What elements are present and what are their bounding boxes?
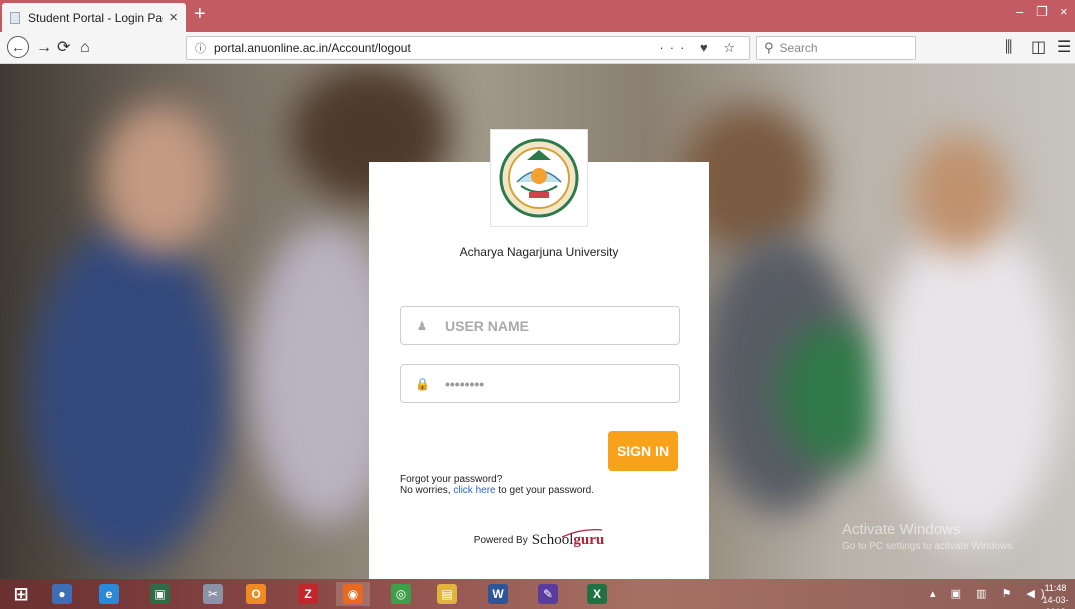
firefox-icon: ◉ — [343, 584, 363, 604]
taskbar-word-button[interactable]: W — [481, 582, 515, 606]
username-field[interactable]: ♟ — [400, 306, 680, 345]
background-photo-blur — [780, 324, 890, 464]
click-here-link[interactable]: click here — [453, 485, 495, 496]
university-logo — [490, 129, 588, 227]
taskbar-filezilla-button[interactable]: Z — [291, 582, 325, 606]
home-button[interactable]: ⌂ — [80, 38, 90, 58]
user-icon: ♟ — [416, 318, 428, 333]
browser-tab-bar: Student Portal - Login Page × + – ❐ × — [0, 0, 1075, 32]
powered-by: Powered By Schoolguru — [369, 529, 709, 549]
clock-time: 11:48 — [1044, 583, 1067, 593]
filezilla-icon: Z — [298, 584, 318, 604]
forgot-password-text: Forgot your password? No worries, click … — [400, 474, 594, 496]
menu-icon[interactable]: ☰ — [1057, 38, 1071, 58]
browser-tab[interactable]: Student Portal - Login Page × — [2, 3, 186, 32]
app-blue-circle-icon: ● — [52, 584, 72, 604]
password-field[interactable]: 🔒 — [400, 364, 680, 403]
browser-navigation-bar: ← → ⟳ ⌂ ⓘ portal.anuonline.ac.in/Account… — [0, 32, 1075, 64]
forgot-password-heading: Forgot your password? — [400, 474, 503, 485]
forgot-prefix: No worries, — [400, 485, 454, 496]
university-name: Acharya Nagarjuna University — [459, 245, 619, 259]
taskbar-clock[interactable]: 11:48 14-03-2018 — [1036, 582, 1075, 609]
clock-date: 14-03-2018 — [1042, 595, 1069, 609]
background-photo-blur — [100, 104, 220, 254]
watermark-subtitle: Go to PC settings to activate Windows. — [842, 541, 1015, 552]
close-tab-icon[interactable]: × — [169, 9, 178, 26]
excel-icon: X — [587, 584, 607, 604]
site-info-icon[interactable]: ⓘ — [195, 40, 206, 56]
paint-icon: ✎ — [538, 584, 558, 604]
search-placeholder: Search — [779, 41, 818, 55]
page-actions-icons[interactable]: ··· ♥ ☆ — [659, 40, 741, 56]
university-seal-icon — [499, 138, 579, 218]
powered-by-label: Powered By — [473, 535, 528, 546]
taskbar-internet-explorer-button[interactable]: e — [92, 582, 126, 606]
store-icon: ▣ — [150, 584, 170, 604]
system-tray-icons[interactable]: ▴ ▣ ▥ ⚑ ◀) — [930, 587, 1051, 600]
window-close-icon[interactable]: × — [1060, 4, 1068, 19]
schoolguru-swoosh-icon — [561, 529, 602, 538]
taskbar-snipping-button[interactable]: ✂ — [196, 582, 230, 606]
chrome-icon: ◎ — [391, 584, 411, 604]
search-icon: ⚲ — [764, 40, 774, 55]
internet-explorer-icon: e — [99, 584, 119, 604]
reload-button[interactable]: ⟳ — [57, 38, 70, 58]
lock-icon: 🔒 — [415, 376, 430, 391]
forward-button[interactable]: → — [36, 38, 52, 58]
sign-in-button[interactable]: SIGN IN — [608, 431, 678, 471]
forgot-password-help: No worries, click here to get your passw… — [400, 485, 594, 496]
file-explorer-icon: ▤ — [437, 584, 457, 604]
password-input[interactable] — [445, 375, 665, 392]
taskbar-excel-button[interactable]: X — [580, 582, 614, 606]
taskbar-paint-button[interactable]: ✎ — [531, 582, 565, 606]
taskbar-chrome-button[interactable]: ◎ — [384, 582, 418, 606]
username-input[interactable] — [445, 317, 665, 334]
start-icon: ⊞ — [13, 583, 29, 604]
taskbar-firefox-button[interactable]: ◉ — [336, 582, 370, 606]
windows-taskbar: ⊞ ● e ▣ ✂ O Z ◉ ◎ ▤ W ✎ X ▴ ▣ ▥ ⚑ ◀) 11:48 14-03-201… — [0, 579, 1075, 609]
taskbar-start-button[interactable]: ⊞ — [4, 582, 38, 606]
word-icon: W — [488, 584, 508, 604]
activate-windows-watermark: Activate Windows Go to PC settings to ac… — [842, 521, 1015, 552]
outlook-icon: O — [246, 584, 266, 604]
url-text[interactable]: portal.anuonline.ac.in/Account/logout — [214, 41, 659, 55]
taskbar-outlook-button[interactable]: O — [239, 582, 273, 606]
snipping-icon: ✂ — [203, 584, 223, 604]
back-button[interactable]: ← — [7, 36, 29, 58]
tab-title: Student Portal - Login Page — [28, 10, 164, 25]
page-icon — [10, 11, 20, 24]
background-photo-blur — [880, 214, 1060, 544]
address-bar[interactable]: ⓘ portal.anuonline.ac.in/Account/logout … — [186, 36, 750, 60]
taskbar-app-blue-circle-button[interactable]: ● — [45, 582, 79, 606]
maximize-icon[interactable]: ❐ — [1036, 4, 1048, 20]
background-photo-blur — [30, 224, 230, 564]
sidebar-icon[interactable]: ◫ — [1031, 38, 1046, 58]
schoolguru-logo: Schoolguru — [532, 529, 604, 549]
forgot-suffix: to get your password. — [495, 485, 594, 496]
taskbar-store-button[interactable]: ▣ — [143, 582, 177, 606]
library-icon[interactable]: ⫼ — [1005, 38, 1012, 58]
minimize-icon[interactable]: – — [1016, 4, 1023, 19]
background-photo-blur — [910, 134, 1010, 254]
new-tab-button[interactable]: + — [194, 4, 206, 24]
watermark-title: Activate Windows — [842, 521, 961, 538]
search-field[interactable]: ⚲ Search — [756, 36, 916, 60]
taskbar-file-explorer-button[interactable]: ▤ — [430, 582, 464, 606]
